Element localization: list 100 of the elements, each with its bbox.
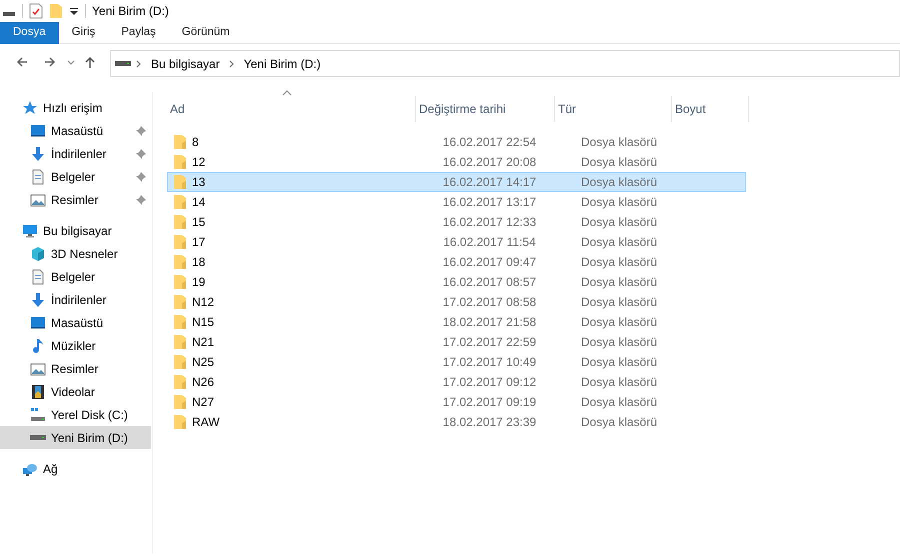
sidebar-item[interactable]: Hızlı erişim [0, 96, 151, 119]
breadcrumb-item[interactable]: Yeni Birim (D:) [240, 54, 325, 72]
file-name: 18 [192, 254, 206, 271]
file-type: Dosya klasörü [580, 274, 658, 291]
file-name: N27 [192, 394, 214, 411]
modified-date: 16.02.2017 20:08 [442, 154, 538, 171]
modified-date: 17.02.2017 08:58 [442, 294, 538, 311]
back-icon[interactable] [16, 56, 28, 68]
file-row[interactable]: N12 17.02.2017 08:58 Dosya klasörü [167, 292, 746, 312]
document-icon [30, 168, 46, 184]
file-row[interactable]: N15 18.02.2017 21:58 Dosya klasörü [167, 312, 746, 332]
column-header[interactable]: Ad [167, 96, 416, 122]
sidebar-item[interactable]: Ağ [0, 457, 151, 480]
file-row[interactable]: RAW 18.02.2017 23:39 Dosya klasörü [167, 412, 746, 432]
address-bar[interactable]: Bu bilgisayar Yeni Birim (D:) [110, 50, 900, 77]
column-header[interactable]: Boyut [672, 96, 749, 122]
down-arrow-icon [30, 292, 46, 308]
folder-icon [173, 134, 187, 150]
file-name: N12 [192, 294, 214, 311]
file-row[interactable]: 18 16.02.2017 09:47 Dosya klasörü [167, 252, 746, 272]
ribbon-tab[interactable]: Dosya [0, 22, 59, 44]
file-row[interactable]: 8 16.02.2017 22:54 Dosya klasörü [167, 132, 746, 152]
file-type: Dosya klasörü [580, 294, 658, 311]
file-row[interactable]: N25 17.02.2017 10:49 Dosya klasörü [167, 352, 746, 372]
file-name: N21 [192, 334, 214, 351]
file-type: Dosya klasörü [580, 174, 658, 191]
modified-date: 17.02.2017 09:12 [442, 374, 538, 391]
file-type: Dosya klasörü [580, 374, 658, 391]
dropdown-icon[interactable] [69, 6, 79, 16]
star-icon [22, 100, 38, 116]
file-type: Dosya klasörü [580, 214, 658, 231]
file-type: Dosya klasörü [580, 314, 658, 331]
sidebar-item[interactable]: Yerel Disk (C:) [0, 403, 151, 426]
modified-date: 16.02.2017 12:33 [442, 214, 538, 231]
file-row[interactable]: N27 17.02.2017 09:19 Dosya klasörü [167, 392, 746, 412]
sidebar-item[interactable]: Belgeler [0, 165, 151, 188]
folder-icon [173, 374, 187, 390]
file-type: Dosya klasörü [580, 194, 658, 211]
folder-icon [173, 154, 187, 170]
file-type: Dosya klasörü [580, 234, 658, 251]
modified-date: 17.02.2017 22:59 [442, 334, 538, 351]
file-row[interactable]: 12 16.02.2017 20:08 Dosya klasörü [167, 152, 746, 172]
sidebar-item[interactable]: Resimler [0, 188, 151, 211]
modified-date: 16.02.2017 13:17 [442, 194, 538, 211]
sidebar-item[interactable]: 3D Nesneler [0, 242, 151, 265]
modified-date: 17.02.2017 10:49 [442, 354, 538, 371]
breadcrumb-item[interactable]: Bu bilgisayar [147, 54, 224, 72]
file-name: N25 [192, 354, 214, 371]
column-header[interactable]: Değiştirme tarihi [416, 96, 555, 122]
cube-icon [30, 246, 46, 262]
folder-icon [173, 174, 187, 190]
modified-date: 17.02.2017 09:19 [442, 394, 538, 411]
file-row[interactable]: 15 16.02.2017 12:33 Dosya klasörü [167, 212, 746, 232]
file-type: Dosya klasörü [580, 354, 658, 371]
file-name: 12 [192, 154, 206, 171]
sidebar-item[interactable]: Masaüstü [0, 311, 151, 334]
ribbon-tab[interactable]: Görünüm [168, 22, 243, 44]
file-name: 17 [192, 234, 206, 251]
film-icon [30, 384, 46, 400]
folder-icon [173, 334, 187, 350]
picture-icon [30, 360, 46, 376]
monitor-icon [30, 314, 46, 330]
file-type: Dosya klasörü [580, 394, 658, 411]
file-type: Dosya klasörü [580, 134, 658, 151]
file-row[interactable]: N26 17.02.2017 09:12 Dosya klasörü [167, 372, 746, 392]
sidebar-item[interactable]: Yeni Birim (D:) [0, 426, 151, 449]
forward-icon[interactable] [44, 56, 56, 68]
folder-icon [173, 194, 187, 210]
drive-icon [115, 61, 131, 66]
down-arrow-icon [30, 146, 46, 162]
column-header[interactable]: Tür [555, 96, 672, 122]
folder-icon [173, 294, 187, 310]
up-arrow-icon[interactable] [84, 56, 96, 68]
sidebar-item[interactable]: İndirilenler [0, 288, 151, 311]
file-type: Dosya klasörü [580, 334, 658, 351]
file-name: 8 [192, 134, 199, 151]
sidebar-item[interactable]: Müzikler [0, 334, 151, 357]
folder-icon [173, 394, 187, 410]
file-name: 14 [192, 194, 206, 211]
file-row[interactable]: 13 16.02.2017 14:17 Dosya klasörü [167, 172, 746, 192]
sidebar-item[interactable]: Videolar [0, 380, 151, 403]
ribbon-tab[interactable]: Giriş [58, 22, 108, 44]
properties-icon[interactable] [29, 3, 43, 19]
folder-icon [173, 354, 187, 370]
ribbon-tab[interactable]: Paylaş [108, 22, 169, 44]
sidebar-item[interactable]: Belgeler [0, 265, 151, 288]
sidebar-item[interactable]: Resimler [0, 357, 151, 380]
file-row[interactable]: 19 16.02.2017 08:57 Dosya klasörü [167, 272, 746, 292]
file-name: N15 [192, 314, 214, 331]
modified-date: 16.02.2017 09:47 [442, 254, 538, 271]
file-row[interactable]: 14 16.02.2017 13:17 Dosya klasörü [167, 192, 746, 212]
folder-icon [173, 314, 187, 330]
music-note-icon [30, 338, 46, 354]
sidebar-item[interactable]: İndirilenler [0, 142, 151, 165]
sidebar-item[interactable]: Bu bilgisayar [0, 219, 151, 242]
file-row[interactable]: 17 16.02.2017 11:54 Dosya klasörü [167, 232, 746, 252]
sidebar-item[interactable]: Masaüstü [0, 119, 151, 142]
file-type: Dosya klasörü [580, 254, 658, 271]
folder-icon [173, 214, 187, 230]
file-row[interactable]: N21 17.02.2017 22:59 Dosya klasörü [167, 332, 746, 352]
